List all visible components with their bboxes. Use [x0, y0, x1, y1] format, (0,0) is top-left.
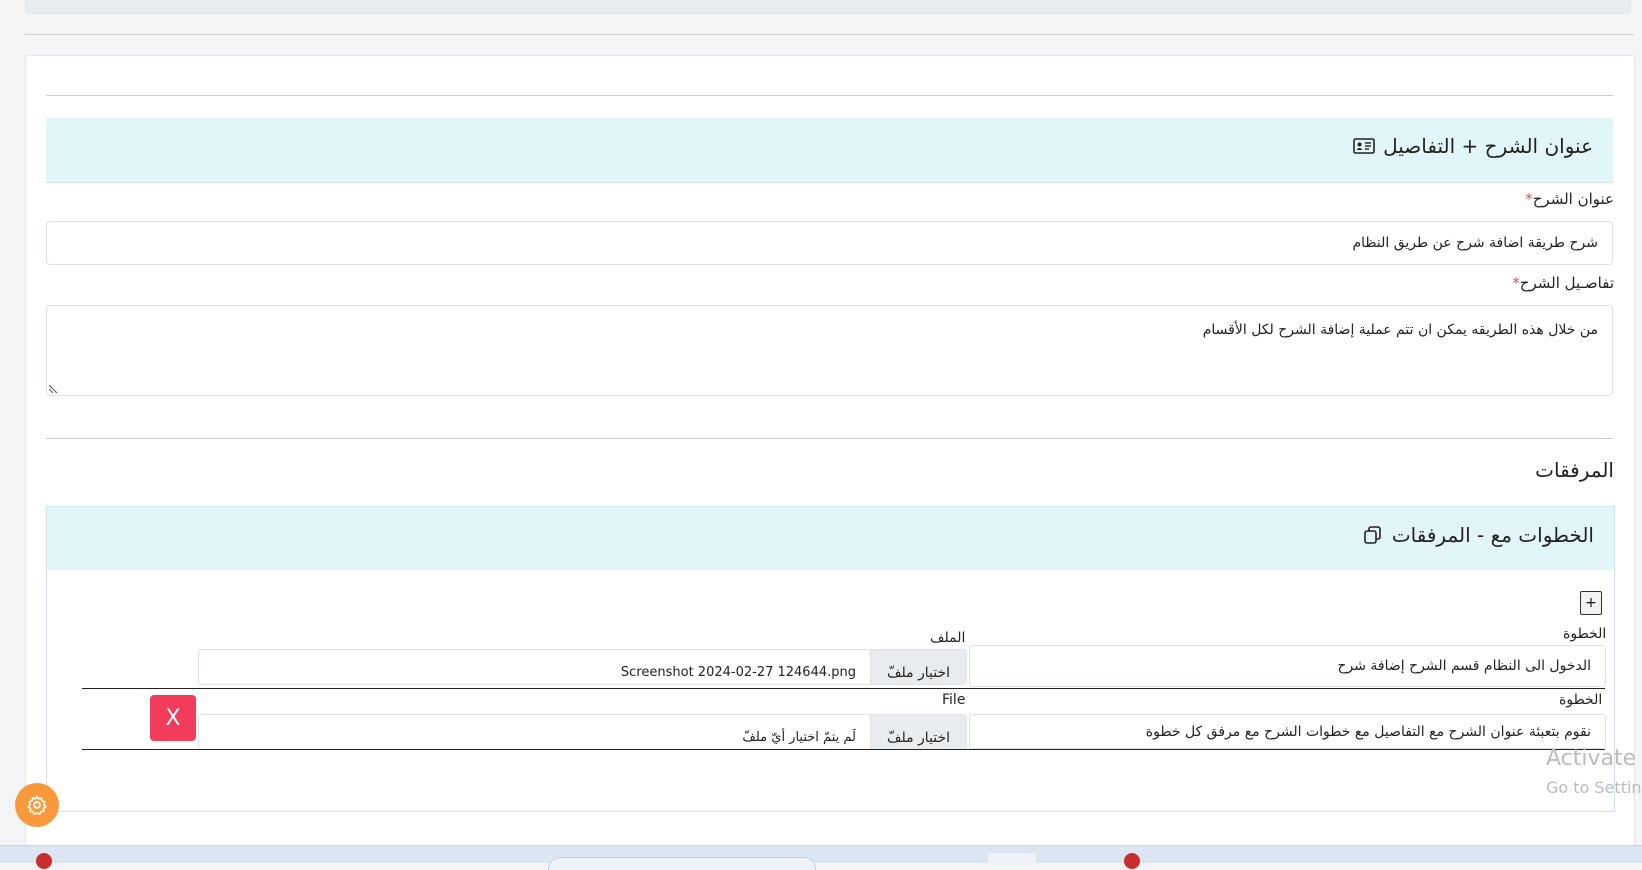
details-label-text: تفاصـيل الشرح — [1519, 274, 1614, 292]
attachments-heading: المرفقات — [1535, 458, 1614, 482]
title-label: عنوان الشرح* — [1525, 190, 1614, 208]
settings-button[interactable] — [15, 783, 59, 827]
step-input-value: نقوم بتعبئة عنوان الشرح مع التفاصيل مع خ… — [1145, 723, 1591, 740]
section-title-text: عنوان الشرح + التفاصيل — [1383, 134, 1593, 158]
step-input-value: الدخول الى النظام قسم الشرح إضافة شرح — [1337, 658, 1591, 674]
resize-handle-icon[interactable] — [49, 383, 59, 393]
add-step-button[interactable]: + — [1580, 591, 1602, 615]
gear-icon — [27, 795, 47, 815]
taskbar-app-icon[interactable] — [36, 853, 52, 869]
id-card-icon — [1353, 138, 1375, 154]
required-mark: * — [1525, 190, 1533, 208]
details-label: تفاصـيل الشرح* — [1512, 274, 1614, 292]
taskbar-button[interactable] — [988, 853, 1036, 865]
steps-section-title: الخطوات مع - المرفقات — [1362, 523, 1594, 547]
file-input[interactable]: اختيار ملفّ Screenshot 2024-02-27 124644… — [198, 649, 967, 685]
divider — [25, 34, 1634, 35]
delete-step-button[interactable]: X — [150, 695, 196, 741]
copy-icon — [1364, 526, 1381, 544]
step-label: الخطوة — [1559, 692, 1603, 708]
file-name: لَم يتمّ اختيار أيّ ملفّ — [742, 730, 856, 745]
title-label-text: عنوان الشرح — [1532, 190, 1614, 208]
row-divider — [82, 749, 1605, 750]
file-label: الملف — [930, 630, 966, 646]
taskbar-search[interactable] — [548, 857, 816, 870]
steps-section-header: الخطوات مع - المرفقات — [46, 506, 1615, 572]
row-divider — [82, 688, 1605, 689]
details-textarea[interactable]: من خلال هذه الطريقه يمكن ان تتم عملية إض… — [46, 305, 1613, 396]
top-panel — [25, 0, 1631, 14]
section-title-text: الخطوات مع - المرفقات — [1391, 523, 1594, 547]
title-input-value: شرح طريقة اضافة شرح عن طريق النظام — [1352, 235, 1598, 251]
divider — [46, 438, 1613, 439]
taskbar-app-icon[interactable] — [1124, 853, 1140, 869]
file-label: File — [942, 692, 966, 708]
required-mark: * — [1512, 274, 1520, 292]
activation-watermark-line1: Activate — [1546, 746, 1637, 771]
step-input[interactable]: نقوم بتعبئة عنوان الشرح مع التفاصيل مع خ… — [969, 714, 1606, 749]
details-section-header: عنوان الشرح + التفاصيل — [46, 118, 1613, 183]
details-section-title: عنوان الشرح + التفاصيل — [1353, 134, 1593, 158]
choose-file-button[interactable]: اختيار ملفّ — [870, 650, 966, 684]
activation-watermark-line2: Go to Settin — [1546, 778, 1642, 797]
step-input[interactable]: الدخول الى النظام قسم الشرح إضافة شرح — [969, 645, 1606, 687]
taskbar — [0, 845, 1642, 863]
title-input[interactable]: شرح طريقة اضافة شرح عن طريق النظام — [46, 221, 1613, 265]
steps-body — [46, 570, 1615, 812]
file-input[interactable]: اختيار ملفّ لَم يتمّ اختيار أيّ ملفّ — [198, 714, 967, 750]
step-label: الخطوة — [1563, 626, 1607, 642]
divider — [46, 95, 1613, 96]
choose-file-button[interactable]: اختيار ملفّ — [870, 715, 966, 749]
details-textarea-value: من خلال هذه الطريقه يمكن ان تتم عملية إض… — [1202, 322, 1598, 338]
file-name: Screenshot 2024-02-27 124644.png — [620, 665, 856, 680]
